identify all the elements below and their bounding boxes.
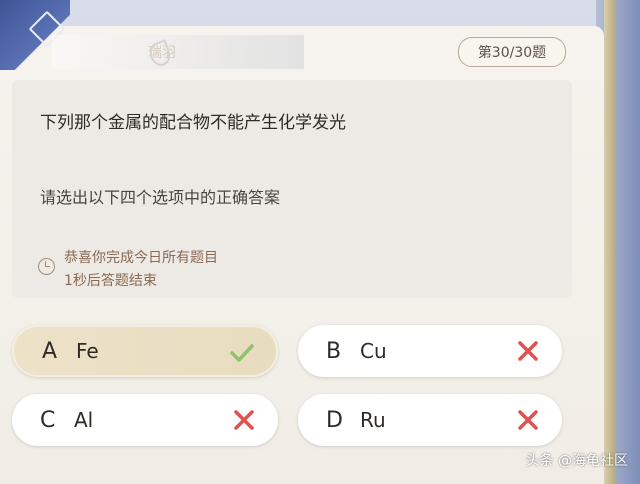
option-b-button[interactable]: B Cu [298, 325, 562, 377]
countdown-notice: 1秒后答题结束 [64, 273, 157, 289]
option-d-button[interactable]: D Ru [298, 394, 562, 446]
option-a-button[interactable]: A Fe [12, 325, 278, 377]
question-counter-label: 第30/30题 [477, 45, 547, 61]
option-letter: B [326, 338, 342, 364]
option-text: Al [74, 408, 94, 432]
option-text: Fe [76, 339, 99, 363]
question-text: 下列那个金属的配合物不能产生化学发光 [40, 113, 346, 133]
option-text: Ru [360, 408, 386, 432]
book-spine [604, 0, 616, 484]
option-letter: C [40, 407, 56, 433]
cross-icon [234, 410, 254, 430]
option-letter: A [42, 338, 58, 364]
question-counter: 第30/30题 [458, 37, 566, 67]
question-instruction: 请选出以下四个选项中的正确答案 [40, 188, 281, 207]
player-name-tab: 瑞羽 [52, 35, 304, 69]
option-text: Cu [360, 339, 387, 363]
watermark: 头条 @海龟社区 [525, 453, 628, 469]
clock-icon [38, 258, 55, 275]
completion-notice: 恭喜你完成今日所有题目 [64, 250, 218, 266]
cross-icon [518, 341, 538, 361]
cross-icon [518, 410, 538, 430]
option-letter: D [326, 407, 343, 433]
option-c-button[interactable]: C Al [12, 394, 278, 446]
check-icon [230, 344, 254, 362]
